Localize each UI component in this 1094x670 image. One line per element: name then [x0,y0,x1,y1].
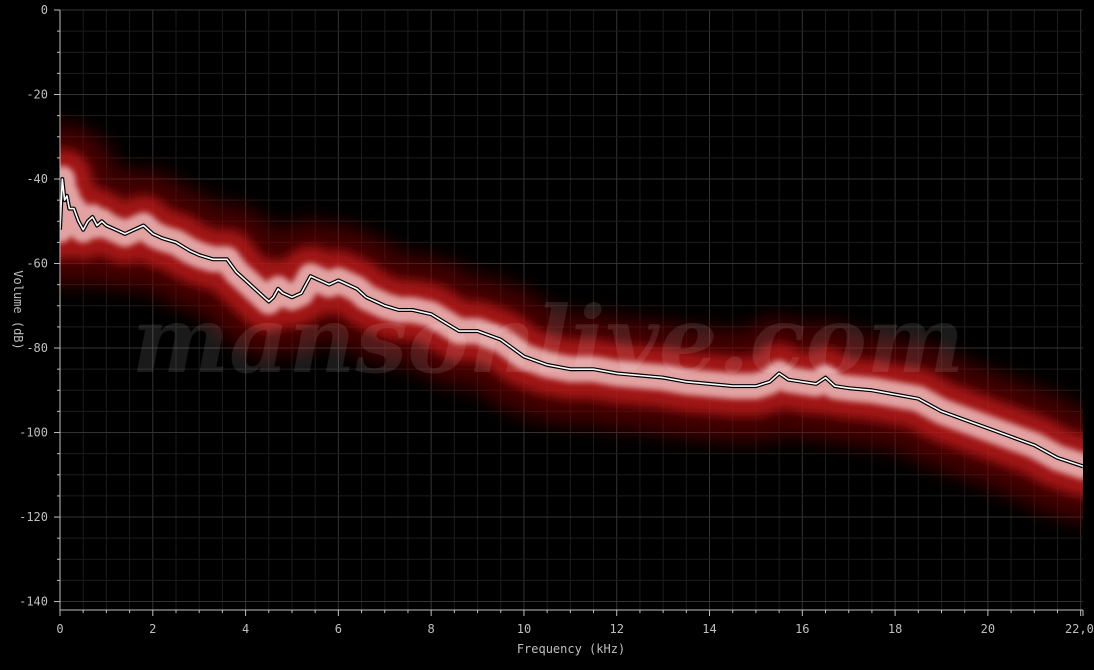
x-tick-label: 6 [335,622,342,636]
x-tick-label: 20 [981,622,995,636]
x-tick-label: 18 [888,622,902,636]
y-tick-label: 0 [41,3,48,17]
y-tick-label: -40 [26,172,48,186]
x-axis-title: Frequency (kHz) [517,642,625,656]
x-tick-label: 10 [517,622,531,636]
x-tick-label: 22,05 [1065,622,1094,636]
y-tick-label: -100 [19,426,48,440]
y-tick-label: -20 [26,88,48,102]
x-tick-label: 16 [795,622,809,636]
y-tick-label: -140 [19,595,48,609]
x-tick-label: 2 [149,622,156,636]
x-tick-label: 0 [56,622,63,636]
x-tick-label: 4 [242,622,249,636]
y-tick-label: -120 [19,510,48,524]
y-tick-label: -80 [26,341,48,355]
watermark: mansonlive.com [132,286,965,394]
spectrum-chart: mansonlive.com 0246810121416182022,05 0-… [0,0,1094,670]
x-tick-label: 14 [702,622,716,636]
x-tick-label: 12 [610,622,624,636]
y-tick-label: -60 [26,257,48,271]
x-tick-label: 8 [428,622,435,636]
y-axis-title: Volume (dB) [11,270,25,349]
